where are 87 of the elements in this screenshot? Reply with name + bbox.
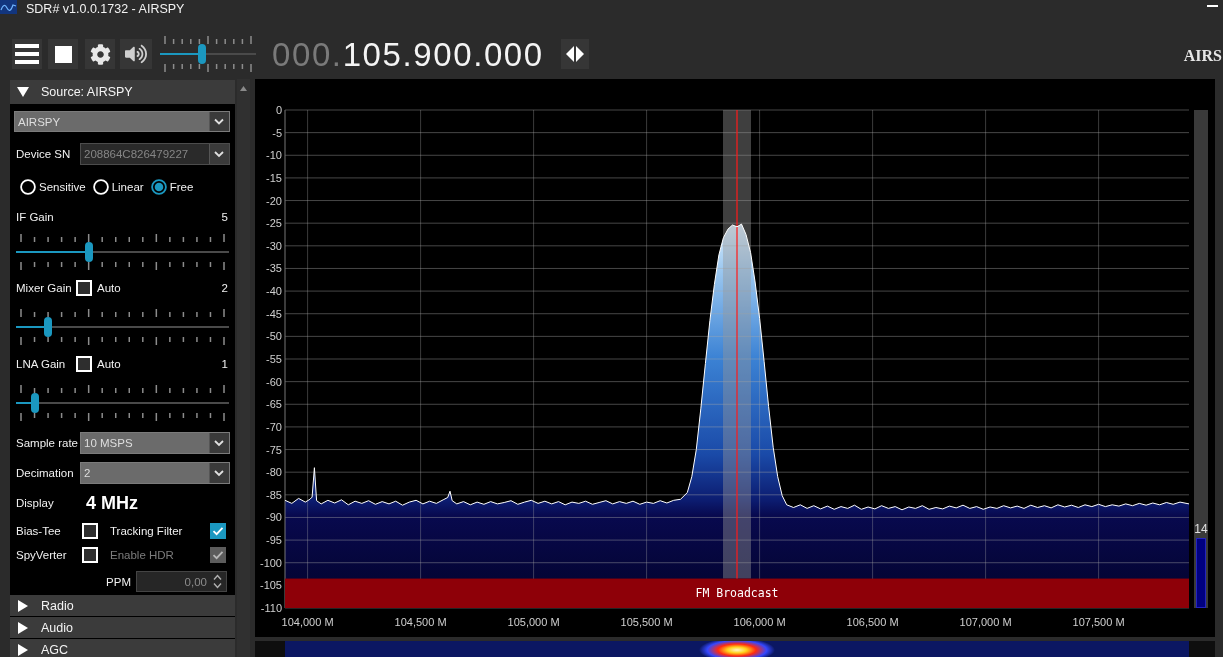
axis-tick-label: 106,500 M: [846, 616, 899, 628]
section-header[interactable]: Radio: [10, 595, 235, 616]
axis-tick-label: -80: [266, 466, 282, 479]
gain-label: LNA Gain: [15, 358, 67, 370]
sample-rate-dropdown[interactable]: 10 MSPS: [80, 432, 230, 454]
gain-value: 5: [221, 211, 229, 223]
window-title: SDR# v1.0.0.1732 - AIRSPY: [26, 2, 185, 16]
axis-tick-label: -25: [266, 217, 282, 230]
field-label: Device SN: [15, 148, 72, 160]
axis-tick-label: -90: [266, 511, 282, 524]
menu-icon: [15, 44, 39, 64]
settings-button[interactable]: [85, 39, 115, 69]
gear-icon: [89, 43, 111, 65]
filter-bandwidth-shade[interactable]: [723, 110, 751, 579]
option-label: SpyVerter: [15, 549, 68, 561]
gain-value: 2: [221, 282, 229, 294]
axis-tick-label: -5: [272, 126, 282, 139]
section-header[interactable]: Audio: [10, 617, 235, 638]
axis-tick-label: -95: [266, 534, 282, 547]
radio-circle-icon[interactable]: [150, 179, 167, 195]
field-label: Sample rate: [15, 437, 79, 449]
axis-tick-label: -65: [266, 398, 282, 411]
axis-tick-label: -35: [266, 262, 282, 275]
gain-value: 1: [221, 358, 229, 370]
axis-tick-label: -10: [266, 149, 282, 162]
decimation-dropdown[interactable]: 2: [80, 462, 230, 484]
scrollbar[interactable]: [237, 79, 250, 657]
axis-tick-label: -110: [260, 602, 282, 614]
axis-tick-label: -40: [266, 285, 282, 298]
axis-tick-label: 105,500 M: [620, 616, 673, 628]
gain-label: IF Gain: [15, 211, 54, 223]
mode-radio[interactable]: Linear: [92, 179, 144, 195]
checkbox-icon[interactable]: [210, 523, 226, 539]
scroll-up-icon[interactable]: [240, 86, 247, 91]
chevron-down-icon[interactable]: [209, 112, 229, 131]
option-label: Bias-Tee: [15, 525, 62, 537]
left-right-arrows-icon: [565, 46, 584, 62]
axis-tick-label: -75: [266, 443, 282, 456]
field-label: Display: [15, 497, 55, 509]
auto-checkbox[interactable]: Auto: [76, 356, 121, 372]
slider-thumb[interactable]: [84, 242, 93, 262]
section-header[interactable]: Source: AIRSPY: [10, 80, 235, 104]
meter-reading: 14: [1193, 523, 1209, 536]
logo: AIRS: [1183, 48, 1222, 64]
axis-tick-label: -15: [266, 171, 282, 184]
frequency-value[interactable]: 105.900.000: [342, 37, 544, 71]
mode-radio[interactable]: Free: [150, 179, 194, 195]
auto-checkbox[interactable]: Auto: [76, 280, 121, 296]
axis-tick-label: -30: [266, 239, 282, 252]
device-dropdown[interactable]: AIRSPY: [14, 111, 230, 132]
slider-thumb[interactable]: [30, 393, 39, 413]
axis-tick-label: -60: [266, 375, 282, 388]
stop-icon: [54, 45, 72, 63]
axis-tick-label: 104,000 M: [281, 616, 334, 628]
field-label: Decimation: [15, 467, 75, 479]
axis-tick-label: 104,500 M: [394, 616, 447, 628]
stop-button[interactable]: [48, 39, 78, 69]
mode-radio[interactable]: Sensitive: [20, 179, 86, 195]
display-bandwidth: 4 MHz: [86, 492, 138, 514]
chevron-down-icon[interactable]: [209, 433, 229, 453]
chevron-down-icon[interactable]: [209, 463, 229, 483]
frequency-step-button[interactable]: [560, 39, 589, 69]
axis-tick-label: -85: [266, 488, 282, 501]
option-label: Tracking Filter: [109, 525, 184, 537]
axis-tick-label: 105,000 M: [507, 616, 560, 628]
app-icon: [0, 0, 17, 14]
gain-label: Mixer Gain: [15, 282, 73, 294]
axis-tick-label: -50: [266, 330, 282, 343]
axis-tick-label: -100: [259, 556, 282, 569]
speaker-icon: [125, 43, 147, 65]
band-label: FM Broadcast: [695, 586, 779, 601]
axis-tick-label: -45: [266, 307, 282, 320]
slider-thumb[interactable]: [44, 317, 52, 337]
axis-tick-label: -70: [266, 420, 282, 433]
slider-thumb[interactable]: [197, 44, 206, 64]
axis-tick-label: -55: [266, 353, 282, 365]
section-header[interactable]: AGC: [10, 639, 235, 657]
axis-tick-label: -105: [259, 579, 282, 592]
axis-tick-label: 107,500 M: [1072, 616, 1125, 628]
volume-button[interactable]: [120, 39, 152, 69]
axis-tick-label: 0: [275, 104, 282, 116]
menu-button[interactable]: [12, 39, 42, 69]
axis-tick-label: 106,000 M: [733, 616, 786, 628]
field-label: PPM: [105, 575, 131, 588]
option-label: Enable HDR: [109, 549, 175, 561]
axis-tick-label: -20: [266, 194, 282, 207]
axis-tick-label: 107,000 M: [959, 616, 1012, 628]
